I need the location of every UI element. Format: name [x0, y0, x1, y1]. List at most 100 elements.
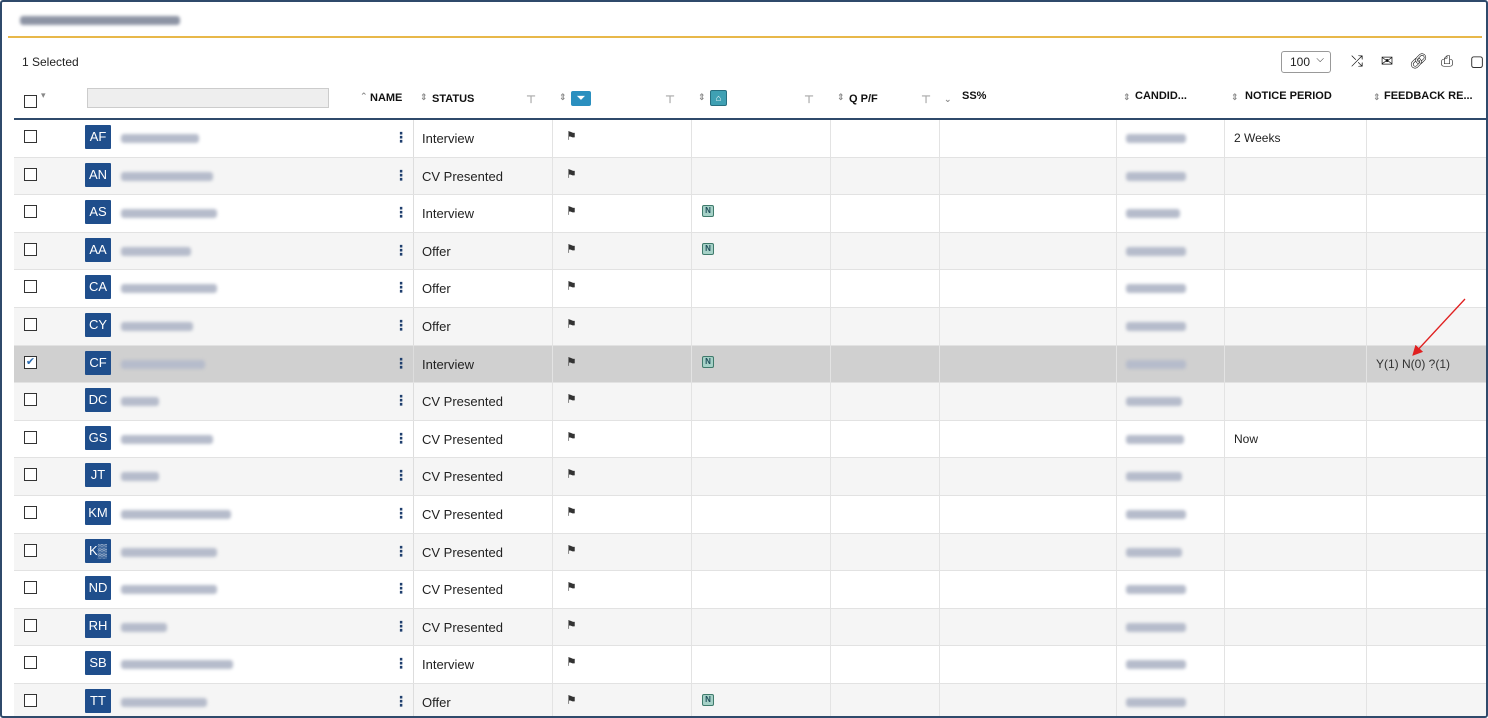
ss-cell	[940, 232, 1117, 270]
window-title-bar	[8, 4, 1482, 38]
notes-cell	[692, 420, 831, 458]
flag-icon[interactable]: ⚑	[566, 618, 577, 632]
table-row[interactable]: CA ⋮ Offer ⚑	[14, 270, 1486, 308]
status-text: Offer	[422, 281, 451, 297]
notice-cell	[1225, 458, 1367, 495]
table-row[interactable]: AS ⋮ Interview ⚑ N	[14, 195, 1486, 233]
header-status[interactable]: ⇕ STATUS ⊤	[414, 82, 553, 118]
flag-icon[interactable]: ⚑	[566, 279, 577, 293]
grid-header: ▾ ⌃ NAME ⇕ STATUS ⊤ ⇕ ⏷ ⊤ ⇕ ⌂ ⊤ ⇕ Q P/F …	[14, 82, 1486, 120]
page-size-select[interactable]: 100 ⌵	[1281, 51, 1331, 73]
select-all-checkbox[interactable]	[24, 95, 37, 108]
shuffle-icon[interactable]: ⤮	[1349, 54, 1365, 70]
table-row[interactable]: AF ⋮ Interview ⚑ 2 Weeks	[14, 120, 1486, 158]
flag-icon[interactable]: ⚑	[566, 204, 577, 218]
envelope-icon[interactable]: ✉	[1379, 54, 1395, 70]
notice-cell	[1225, 608, 1367, 646]
table-row[interactable]: K▒ ⋮ CV Presented ⚑	[14, 533, 1486, 572]
header-flag-filter[interactable]: ⇕ ⏷ ⊤	[553, 82, 692, 118]
caret-down-icon[interactable]: ▾	[41, 90, 46, 101]
qpf-cell	[831, 270, 940, 307]
notice-cell	[1225, 270, 1367, 307]
flag-icon[interactable]: ⚑	[566, 355, 577, 369]
status-text: Offer	[422, 243, 451, 259]
flag-icon[interactable]: ⚑	[566, 242, 577, 256]
table-row[interactable]: ✔ CF ⋮ Interview ⚑ N Y(1) N(0) ?(1)	[14, 345, 1486, 384]
name-cell	[14, 307, 414, 345]
redacted-candidate-id	[1126, 171, 1186, 181]
sort-icon: ⇕	[698, 92, 706, 102]
grid-body: AF ⋮ Interview ⚑ 2 Weeks AN ⋮ CV Presented ⚑ AS ⋮ I…	[14, 120, 1486, 716]
name-cell	[14, 157, 414, 195]
redacted-candidate-id	[1126, 359, 1186, 369]
table-row[interactable]: RH ⋮ CV Presented ⚑	[14, 608, 1486, 647]
header-candid[interactable]: ⇕ CANDID...	[1117, 82, 1225, 118]
ss-cell	[940, 270, 1117, 307]
note-badge-icon[interactable]: N	[702, 242, 714, 255]
table-row[interactable]: AN ⋮ CV Presented ⚑	[14, 157, 1486, 196]
note-badge-icon[interactable]: N	[702, 355, 714, 368]
ss-cell	[940, 458, 1117, 495]
redacted-candidate-id	[1126, 547, 1182, 557]
flag-icon[interactable]: ⚑	[566, 693, 577, 707]
sort-desc-icon: ⌄	[944, 94, 952, 104]
redacted-candidate-id	[1126, 585, 1186, 595]
flag-icon[interactable]: ⚑	[566, 129, 577, 143]
table-row[interactable]: KM ⋮ CV Presented ⚑	[14, 495, 1486, 534]
selected-count-label: 1 Selected	[22, 55, 79, 69]
header-notes[interactable]: ⇕ ⌂ ⊤	[692, 82, 831, 118]
filter-icon[interactable]: ⊤	[665, 93, 675, 106]
header-feedback[interactable]: ⇕ FEEDBACK RE...	[1367, 82, 1486, 118]
redacted-candidate-id	[1126, 321, 1186, 331]
notice-cell	[1225, 533, 1367, 571]
flag-icon[interactable]: ⚑	[566, 392, 577, 406]
sort-icon: ⇕	[559, 92, 567, 102]
header-qpf[interactable]: ⇕ Q P/F ⊤	[831, 82, 940, 118]
flag-icon[interactable]: ⚑	[566, 543, 577, 557]
table-row[interactable]: ND ⋮ CV Presented ⚑	[14, 571, 1486, 609]
note-badge-icon[interactable]: N	[702, 693, 714, 706]
note-icon[interactable]: ▢	[1469, 54, 1485, 70]
table-row[interactable]: AA ⋮ Offer ⚑ N	[14, 232, 1486, 271]
status-text: CV Presented	[422, 506, 503, 522]
header-ss[interactable]: ⌄ SS%	[940, 82, 1117, 118]
qpf-cell	[831, 571, 940, 608]
qpf-cell	[831, 495, 940, 533]
table-row[interactable]: JT ⋮ CV Presented ⚑	[14, 458, 1486, 496]
name-cell	[14, 345, 414, 383]
sort-icon: ⇕	[1373, 92, 1381, 102]
link-icon[interactable]: 🔗︎	[1409, 54, 1428, 70]
notice-cell	[1225, 495, 1367, 533]
table-row[interactable]: DC ⋮ CV Presented ⚑	[14, 383, 1486, 421]
flag-icon[interactable]: ⚑	[566, 167, 577, 181]
table-row[interactable]: GS ⋮ CV Presented ⚑ Now	[14, 420, 1486, 459]
filter-icon[interactable]: ⊤	[804, 93, 814, 106]
status-text: CV Presented	[422, 431, 503, 447]
header-notice-period[interactable]: ⇕ NOTICE PERIOD	[1225, 82, 1367, 118]
filter-icon[interactable]: ⊤	[526, 93, 536, 106]
flag-icon[interactable]: ⚑	[566, 430, 577, 444]
notice-cell	[1225, 646, 1367, 683]
redacted-candidate-id	[1126, 134, 1186, 143]
notice-cell	[1225, 345, 1367, 383]
header-name[interactable]: ⌃ NAME	[354, 82, 414, 118]
flag-icon[interactable]: ⚑	[566, 580, 577, 594]
name-filter-input[interactable]	[87, 88, 329, 108]
qpf-cell	[831, 608, 940, 646]
status-text: Interview	[422, 356, 475, 372]
table-row[interactable]: CY ⋮ Offer ⚑	[14, 307, 1486, 346]
table-row[interactable]: TT ⋮ Offer ⚑ N	[14, 683, 1486, 716]
print-icon[interactable]: ⎙	[1439, 54, 1455, 70]
column-candid-label: CANDID...	[1135, 90, 1187, 102]
table-row[interactable]: SB ⋮ Interview ⚑	[14, 646, 1486, 684]
flag-icon[interactable]: ⚑	[566, 505, 577, 519]
lock-badge-icon: ⌂	[710, 90, 727, 106]
note-badge-icon[interactable]: N	[702, 205, 714, 218]
flag-icon[interactable]: ⚑	[566, 655, 577, 669]
notice-period-text: Now	[1234, 431, 1259, 446]
flag-icon[interactable]: ⚑	[566, 317, 577, 331]
app-window: 1 Selected 100 ⌵ ⤮ ✉ 🔗︎ ⎙ ▢ ▾ ⌃ NAME ⇕ S…	[0, 0, 1488, 718]
flag-icon[interactable]: ⚑	[566, 467, 577, 481]
filter-icon[interactable]: ⊤	[921, 93, 931, 106]
ss-cell	[940, 307, 1117, 345]
